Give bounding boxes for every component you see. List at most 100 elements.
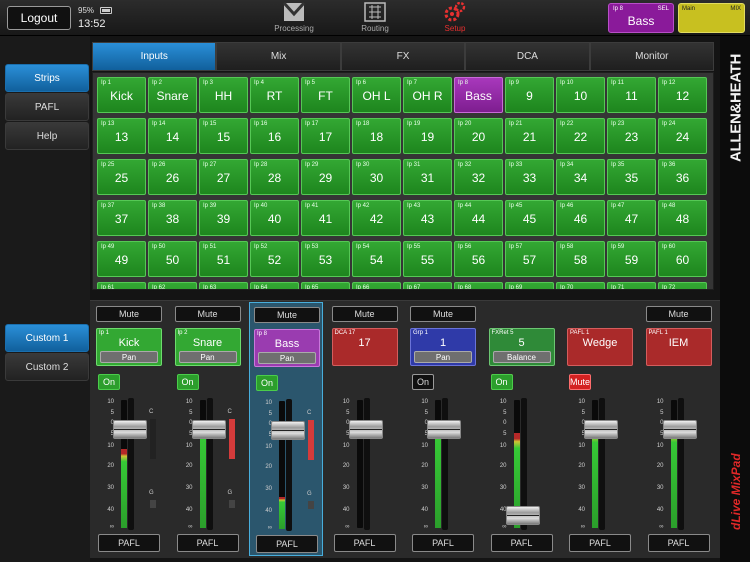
selected-channel-indicator[interactable]: Ip 8 SEL Bass — [608, 3, 674, 33]
channel-strip-button[interactable]: Ip 71 — [607, 282, 656, 289]
mute-button[interactable]: Mute — [331, 306, 398, 322]
channel-strip-button[interactable]: Ip 34 34 — [556, 159, 605, 195]
channel-strip-button[interactable]: Ip 20 20 — [454, 118, 503, 154]
mute-button[interactable]: Mute — [254, 307, 320, 323]
channel-strip-button[interactable]: Ip 54 54 — [352, 241, 401, 277]
sidebar-item-strips[interactable]: Strips — [5, 64, 89, 92]
pafl-button[interactable]: PAFL — [490, 534, 553, 552]
channel-strip-button[interactable]: Ip 43 43 — [403, 200, 452, 236]
channel-strip-button[interactable]: Ip 23 23 — [607, 118, 656, 154]
channel-name-label[interactable]: PAFL 1 IEM — [645, 328, 712, 366]
channel-strip-button[interactable]: Ip 6 OH L — [352, 77, 401, 113]
channel-strip-button[interactable]: Ip 55 55 — [403, 241, 452, 277]
channel-strip-button[interactable]: Ip 5 FT — [301, 77, 350, 113]
channel-strip-button[interactable]: Ip 66 — [352, 282, 401, 289]
channel-strip-button[interactable]: Ip 18 18 — [352, 118, 401, 154]
pafl-button[interactable]: PAFL — [569, 534, 631, 552]
channel-strip-button[interactable]: Ip 39 39 — [199, 200, 248, 236]
on-button[interactable]: On — [412, 374, 434, 390]
channel-strip-button[interactable]: Ip 27 27 — [199, 159, 248, 195]
channel-strip-button[interactable]: Ip 22 22 — [556, 118, 605, 154]
fader-handle[interactable] — [505, 506, 540, 525]
channel-strip-button[interactable]: Ip 30 30 — [352, 159, 401, 195]
on-button[interactable]: On — [176, 374, 199, 390]
sidebar-item-help[interactable]: Help — [5, 122, 89, 150]
channel-strip-button[interactable]: Ip 67 — [403, 282, 452, 289]
mute-button[interactable]: Mute — [96, 306, 162, 322]
sidebar-item-pafl[interactable]: PAFL — [5, 93, 89, 121]
pafl-button[interactable]: PAFL — [256, 535, 318, 553]
fader-handle[interactable] — [191, 420, 226, 439]
channel-strip-button[interactable]: Ip 44 44 — [454, 200, 503, 236]
pafl-button[interactable]: PAFL — [333, 534, 396, 552]
channel-strip-button[interactable]: Ip 4 RT — [250, 77, 299, 113]
tab-fx[interactable]: FX — [340, 42, 466, 71]
sidebar-item-custom-1[interactable]: Custom 1 — [5, 324, 89, 352]
channel-strip-button[interactable]: Ip 17 17 — [301, 118, 350, 154]
logout-button[interactable]: Logout — [7, 6, 71, 30]
channel-name-label[interactable]: DCA 17 17 — [331, 328, 398, 366]
channel-strip-button[interactable]: Ip 40 40 — [250, 200, 299, 236]
channel-strip-button[interactable]: Ip 8 Bass — [454, 77, 503, 113]
channel-strip-button[interactable]: Ip 68 — [454, 282, 503, 289]
channel-strip-button[interactable]: Ip 12 12 — [658, 77, 707, 113]
fader-handle[interactable] — [113, 420, 147, 439]
channel-strip-button[interactable]: Ip 28 28 — [250, 159, 299, 195]
channel-strip-button[interactable]: Ip 52 52 — [250, 241, 299, 277]
tab-dca[interactable]: DCA — [465, 42, 590, 71]
channel-strip-button[interactable]: Ip 11 11 — [607, 77, 656, 113]
channel-strip-button[interactable]: Ip 31 31 — [403, 159, 452, 195]
fader-handle[interactable] — [271, 421, 305, 440]
mix-indicator[interactable]: Main MIX — [678, 3, 745, 33]
pan-control[interactable]: Pan — [100, 351, 158, 363]
channel-strip-button[interactable]: Ip 42 42 — [352, 200, 401, 236]
channel-strip-button[interactable]: Ip 61 — [97, 282, 146, 289]
channel-strip-button[interactable]: Ip 35 35 — [607, 159, 656, 195]
tab-monitor[interactable]: Monitor — [589, 42, 715, 71]
channel-strip-button[interactable]: Ip 65 — [301, 282, 350, 289]
channel-name-label[interactable]: PAFL 1 Wedge — [567, 328, 633, 366]
fader-handle[interactable] — [348, 420, 383, 439]
fader-handle[interactable] — [584, 420, 618, 439]
channel-strip-button[interactable]: Ip 15 15 — [199, 118, 248, 154]
channel-strip-button[interactable]: Ip 3 HH — [199, 77, 248, 113]
channel-strip-button[interactable]: Ip 37 37 — [97, 200, 146, 236]
channel-strip-button[interactable]: Ip 49 49 — [97, 241, 146, 277]
channel-strip-button[interactable]: Ip 10 10 — [556, 77, 605, 113]
channel-strip-button[interactable]: Ip 60 60 — [658, 241, 707, 277]
channel-strip-button[interactable]: Ip 48 48 — [658, 200, 707, 236]
fader-handle[interactable] — [662, 420, 697, 439]
channel-strip-button[interactable]: Ip 69 — [505, 282, 554, 289]
channel-strip-button[interactable]: Ip 59 59 — [607, 241, 656, 277]
channel-strip-button[interactable]: Ip 29 29 — [301, 159, 350, 195]
channel-strip-button[interactable]: Ip 38 38 — [148, 200, 197, 236]
channel-strip-button[interactable]: Ip 50 50 — [148, 241, 197, 277]
channel-strip-button[interactable]: Ip 2 Snare — [148, 77, 197, 113]
channel-strip-button[interactable]: Ip 26 26 — [148, 159, 197, 195]
channel-strip-button[interactable]: Ip 24 24 — [658, 118, 707, 154]
channel-strip-button[interactable]: Ip 16 16 — [250, 118, 299, 154]
channel-strip-button[interactable]: Ip 7 OH R — [403, 77, 452, 113]
channel-name-label[interactable]: Ip 8 Bass Pan — [254, 329, 320, 367]
channel-strip-button[interactable]: Ip 19 19 — [403, 118, 452, 154]
mute-button[interactable]: Mute — [569, 374, 591, 390]
nav-setup[interactable]: Setup — [425, 2, 485, 33]
channel-strip-button[interactable]: Ip 53 53 — [301, 241, 350, 277]
pan-control[interactable]: Pan — [258, 352, 316, 364]
channel-name-label[interactable]: Ip 1 Kick Pan — [96, 328, 162, 366]
channel-strip-button[interactable]: Ip 51 51 — [199, 241, 248, 277]
channel-strip-button[interactable]: Ip 64 — [250, 282, 299, 289]
tab-mix[interactable]: Mix — [216, 42, 341, 71]
fader-handle[interactable] — [427, 420, 461, 439]
pan-control[interactable]: Balance — [492, 351, 551, 363]
channel-strip-button[interactable]: Ip 62 — [148, 282, 197, 289]
pafl-button[interactable]: PAFL — [412, 534, 474, 552]
channel-strip-button[interactable]: Ip 14 14 — [148, 118, 197, 154]
channel-strip-button[interactable]: Ip 32 32 — [454, 159, 503, 195]
channel-strip-button[interactable]: Ip 70 — [556, 282, 605, 289]
channel-strip-button[interactable]: Ip 25 25 — [97, 159, 146, 195]
channel-strip-button[interactable]: Ip 9 9 — [505, 77, 554, 113]
channel-strip-button[interactable]: Ip 72 — [658, 282, 707, 289]
sidebar-item-custom-2[interactable]: Custom 2 — [5, 353, 89, 381]
channel-strip-button[interactable]: Ip 33 33 — [505, 159, 554, 195]
